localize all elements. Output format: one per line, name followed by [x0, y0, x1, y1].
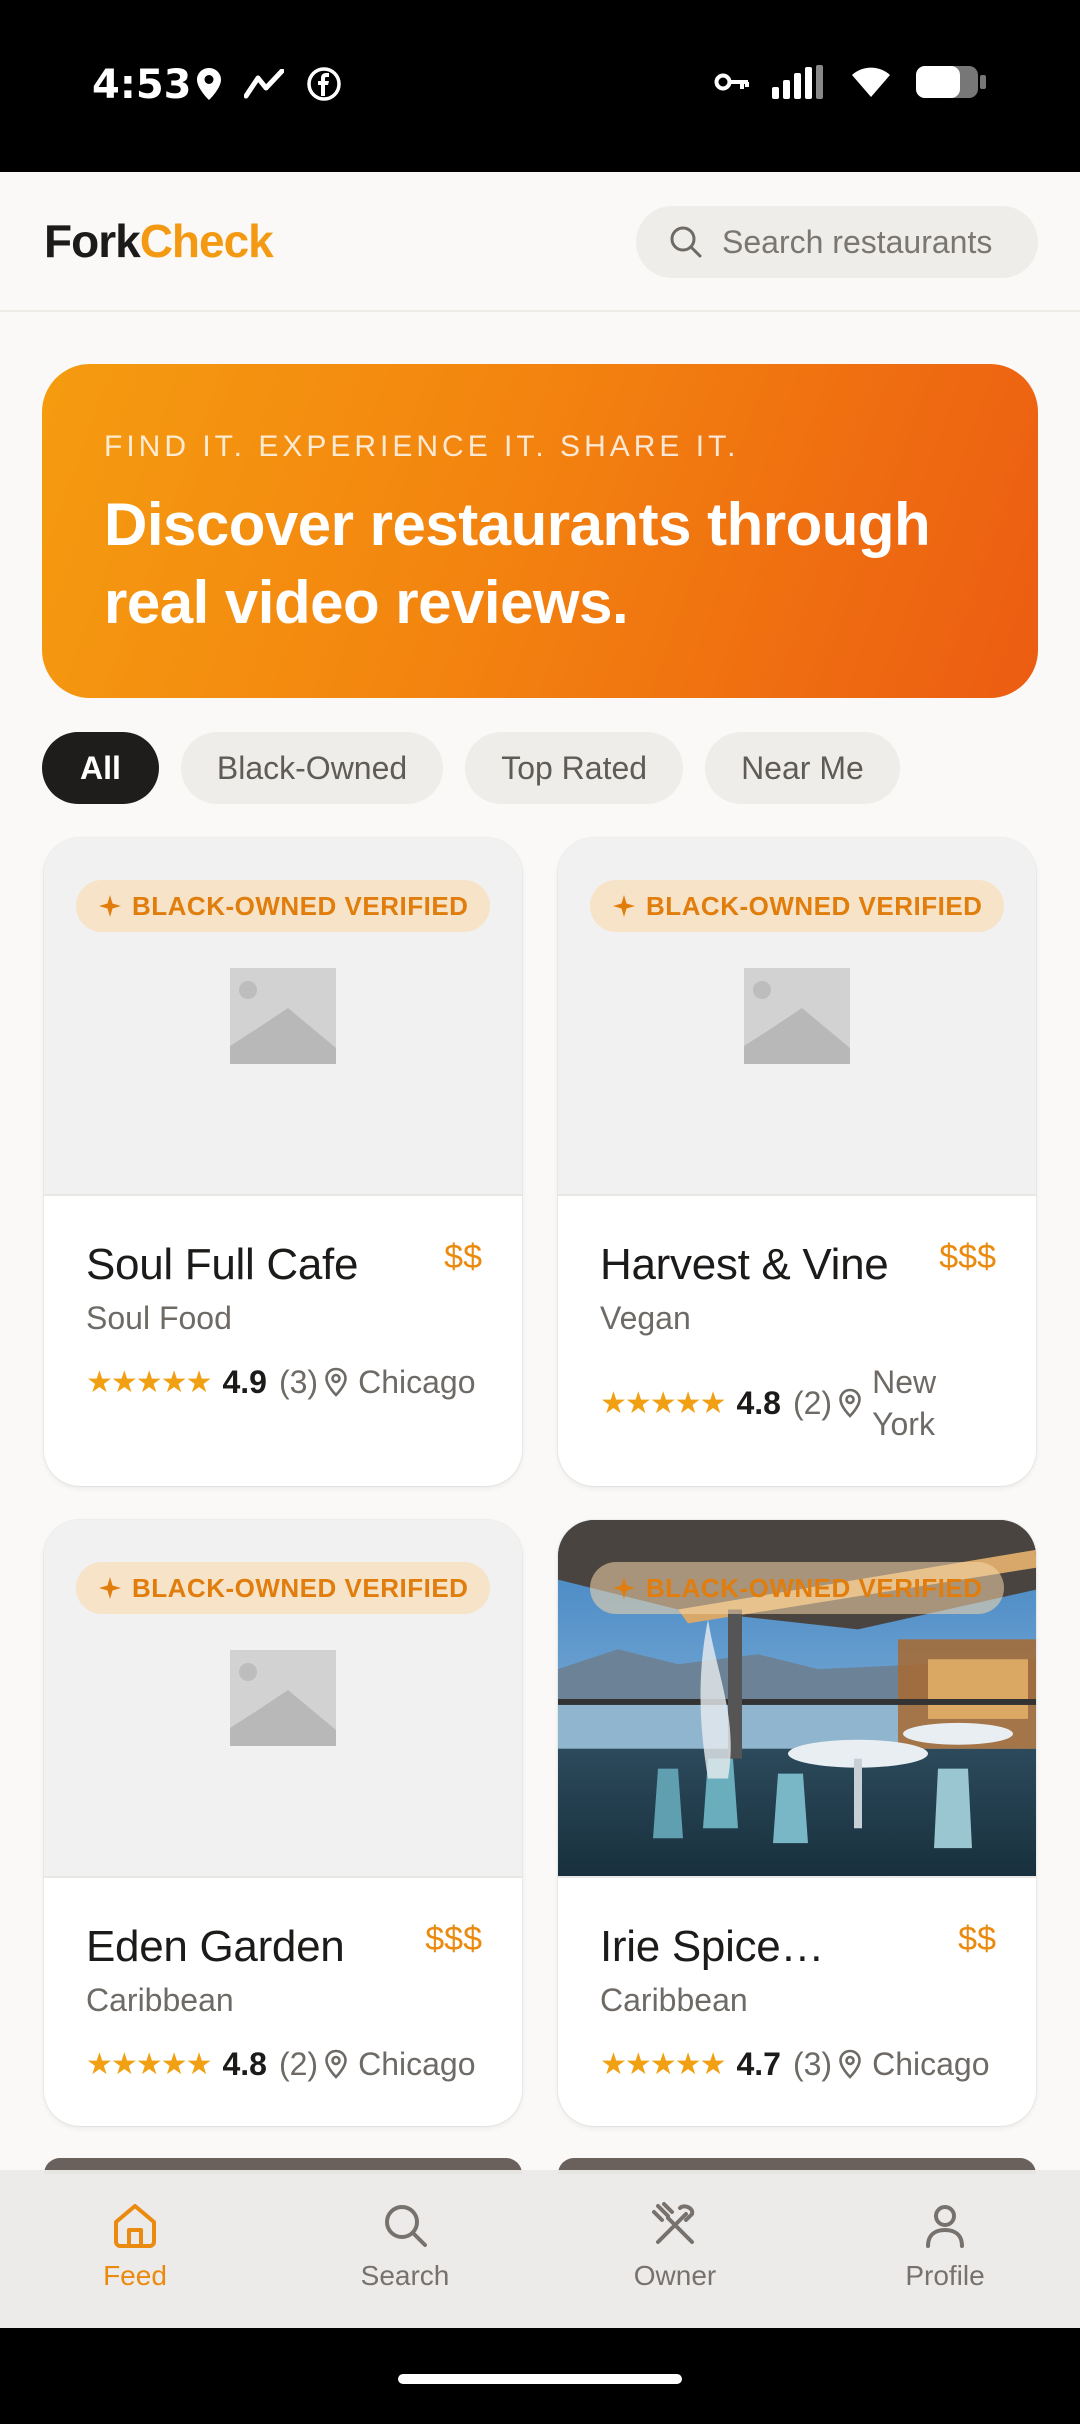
- city: New York: [872, 1364, 937, 1442]
- review-count: (3): [792, 2045, 833, 2082]
- sparkle-icon: [613, 1577, 635, 1599]
- nav-label: Feed: [103, 2260, 167, 2291]
- price-level: $$: [958, 1920, 996, 1958]
- chip-black-owned[interactable]: Black-Owned: [180, 732, 444, 804]
- restaurant-name: Irie Spice…: [600, 1922, 825, 1971]
- card-image: BLACK-OWNED VERIFIED: [44, 1520, 522, 1878]
- signal-icon: [772, 65, 823, 99]
- card-image: BLACK-OWNED VERIFIED: [558, 838, 1036, 1196]
- star-rating: ★★★★★: [600, 1386, 726, 1420]
- star-rating: ★★★★★: [86, 2047, 212, 2081]
- price-level: $$$: [425, 1920, 482, 1958]
- rating-row: ★★★★★ 4.7 (3) Chicago: [600, 2043, 994, 2085]
- review-count: (3): [278, 1363, 319, 1400]
- city: Chicago: [358, 2046, 476, 2082]
- nav-search[interactable]: Search: [270, 2170, 540, 2328]
- search-icon: [670, 226, 702, 258]
- search-placeholder: Search restaurants: [722, 223, 993, 260]
- hero-tagline: FIND IT. EXPERIENCE IT. SHARE IT.: [104, 430, 740, 463]
- verified-badge: BLACK-OWNED VERIFIED: [590, 1562, 1005, 1614]
- cuisine: Caribbean: [86, 1982, 234, 2018]
- fork-knife-icon: [652, 2202, 695, 2244]
- bottom-nav: Feed Search Owner Profile: [0, 2170, 1080, 2328]
- nav-profile[interactable]: Profile: [810, 2170, 1080, 2328]
- system-gesture-bar: [0, 2328, 1080, 2424]
- card-image: BLACK-OWNED VERIFIED: [558, 1520, 1036, 1878]
- sparkle-icon: [99, 1577, 121, 1599]
- nav-owner[interactable]: Owner: [540, 2170, 810, 2328]
- restaurant-card[interactable]: BLACK-OWNED VERIFIED Soul Full Cafe $$ S…: [44, 838, 522, 1486]
- badge-label: BLACK-OWNED VERIFIED: [646, 890, 983, 921]
- home-indicator[interactable]: [398, 2374, 682, 2384]
- rating-row: ★★★★★ 4.8 (2) New York: [600, 1361, 994, 1445]
- review-count: (2): [278, 2045, 319, 2082]
- restaurant-name: Harvest & Vine: [600, 1240, 889, 1289]
- verified-badge: BLACK-OWNED VERIFIED: [590, 880, 1005, 932]
- price-level: $$$: [939, 1238, 996, 1276]
- status-time: 4:53: [92, 62, 192, 108]
- cuisine: Caribbean: [600, 1982, 748, 2018]
- chip-near-me[interactable]: Near Me: [705, 732, 900, 804]
- badge-label: BLACK-OWNED VERIFIED: [132, 890, 469, 921]
- cuisine: Vegan: [600, 1300, 691, 1336]
- rating-row: ★★★★★ 4.9 (3) Chicago: [86, 1361, 480, 1403]
- location-pin-icon: [324, 1367, 348, 1397]
- rating-row: ★★★★★ 4.8 (2) Chicago: [86, 2043, 480, 2085]
- activity-icon: [244, 69, 284, 99]
- nav-feed[interactable]: Feed: [0, 2170, 270, 2328]
- verified-badge: BLACK-OWNED VERIFIED: [76, 1562, 491, 1614]
- wifi-icon: [852, 67, 890, 97]
- facebook-icon: [307, 67, 341, 101]
- city: Chicago: [358, 1364, 476, 1400]
- restaurant-card[interactable]: BLACK-OWNED VERIFIED Eden Garden $$$ Car…: [44, 1520, 522, 2126]
- rating-value: 4.8: [222, 2045, 267, 2082]
- filter-chips: All Black-Owned Top Rated Near Me: [42, 732, 900, 804]
- city: Chicago: [872, 2046, 990, 2082]
- location-pin-icon: [324, 2049, 348, 2079]
- badge-label: BLACK-OWNED VERIFIED: [132, 1572, 469, 1603]
- logo-text-fork: Fork: [44, 215, 141, 267]
- review-count: (2): [792, 1384, 833, 1421]
- card-image: BLACK-OWNED VERIFIED: [44, 838, 522, 1196]
- sparkle-icon: [99, 895, 121, 917]
- nav-label: Search: [360, 2260, 450, 2291]
- star-rating: ★★★★★: [600, 2047, 726, 2081]
- status-bar: 4:53: [0, 0, 1080, 172]
- chip-all[interactable]: All: [42, 732, 159, 804]
- search-bar[interactable]: Search restaurants: [636, 206, 1038, 278]
- chip-top-rated[interactable]: Top Rated: [465, 732, 684, 804]
- user-icon: [926, 2205, 964, 2248]
- restaurant-name: Soul Full Cafe: [86, 1240, 359, 1289]
- image-placeholder-icon: [744, 968, 850, 1064]
- rating-value: 4.8: [736, 1384, 781, 1421]
- restaurant-name: Eden Garden: [86, 1922, 345, 1971]
- verified-badge: BLACK-OWNED VERIFIED: [76, 880, 491, 932]
- key-icon: [714, 73, 749, 91]
- logo-text-check: Check: [139, 215, 274, 267]
- sparkle-icon: [613, 895, 635, 917]
- app-header: ForkCheck Search restaurants: [0, 172, 1080, 312]
- location-pin-icon: [838, 1388, 862, 1418]
- rating-value: 4.7: [736, 2045, 781, 2082]
- image-placeholder-icon: [230, 1650, 336, 1746]
- app-logo[interactable]: ForkCheck: [44, 214, 274, 268]
- star-rating: ★★★★★: [86, 1365, 212, 1399]
- badge-label: BLACK-OWNED VERIFIED: [646, 1572, 983, 1603]
- nav-label: Owner: [633, 2260, 717, 2291]
- location-pin-icon: [838, 2049, 862, 2079]
- nav-label: Profile: [905, 2260, 985, 2291]
- home-icon: [114, 2204, 156, 2248]
- price-level: $$: [444, 1238, 482, 1276]
- restaurant-card[interactable]: BLACK-OWNED VERIFIED Irie Spice… $$ Cari…: [558, 1520, 1036, 2126]
- location-icon: [197, 68, 221, 100]
- cuisine: Soul Food: [86, 1300, 232, 1336]
- hero-banner: FIND IT. EXPERIENCE IT. SHARE IT. Discov…: [42, 364, 1038, 698]
- rating-value: 4.9: [222, 1363, 267, 1400]
- image-placeholder-icon: [230, 968, 336, 1064]
- search-icon: [385, 2205, 427, 2247]
- restaurant-card[interactable]: BLACK-OWNED VERIFIED Harvest & Vine $$$ …: [558, 838, 1036, 1486]
- hero-title: Discover restaurants through real video …: [104, 491, 931, 636]
- battery-icon: [916, 66, 986, 98]
